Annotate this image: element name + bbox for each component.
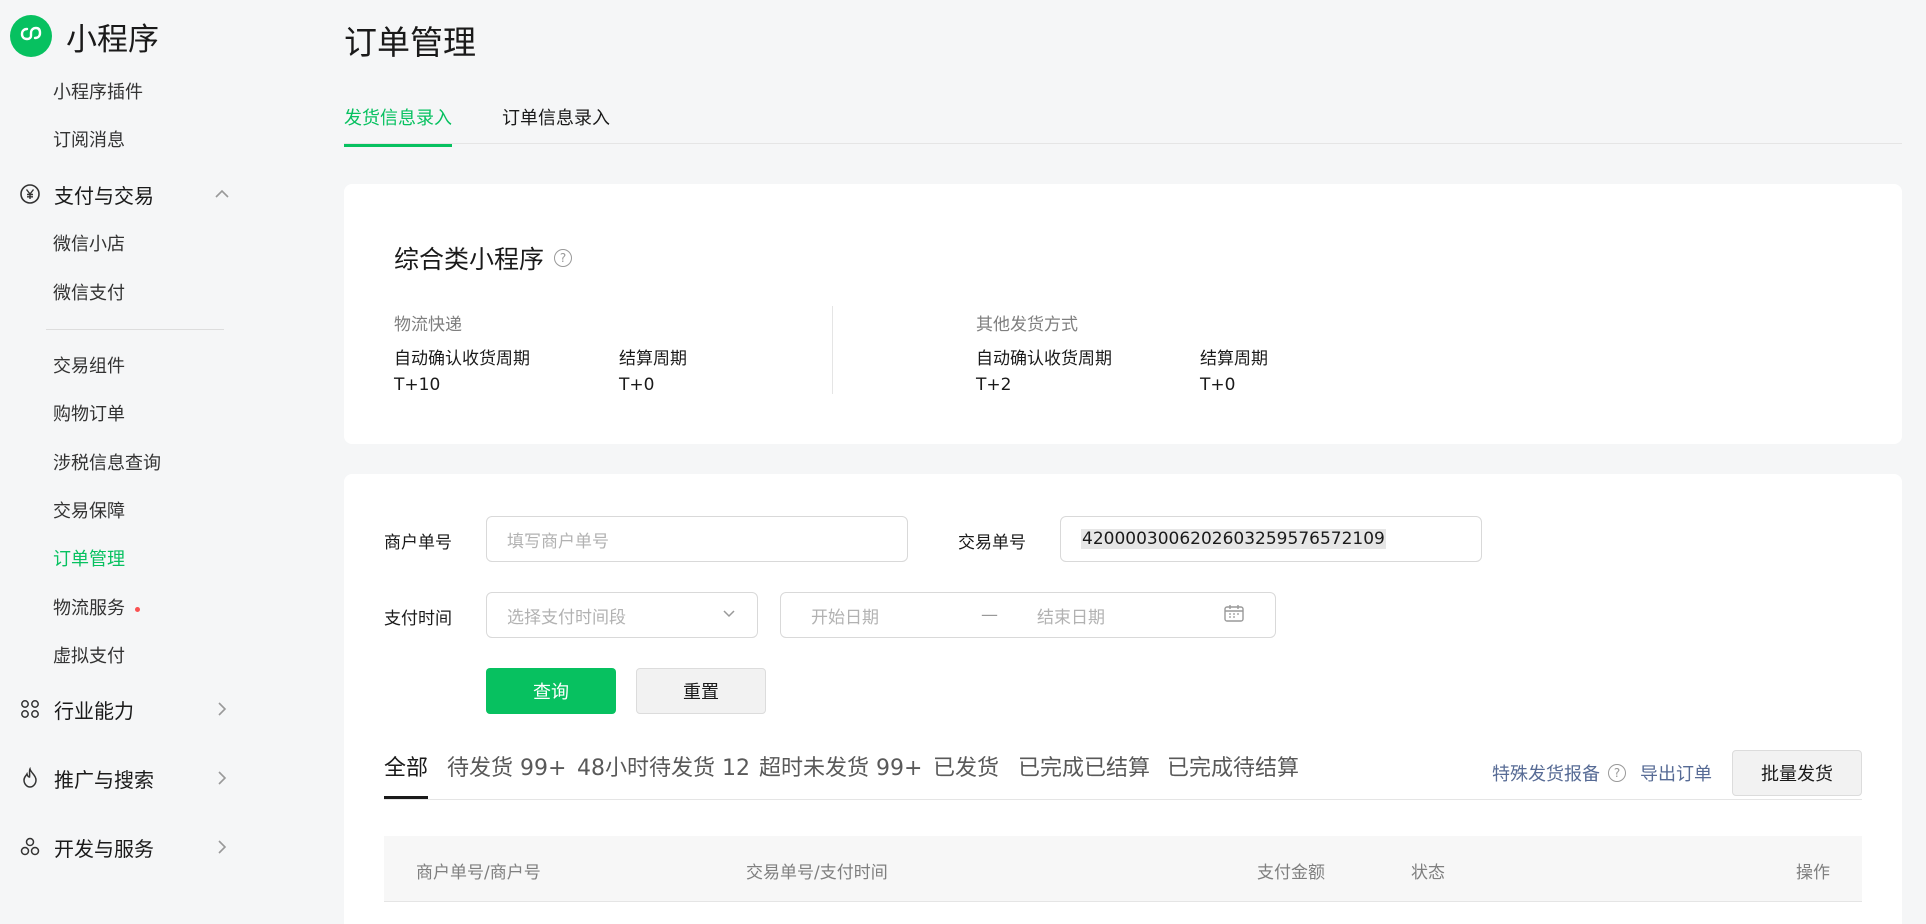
- query-button[interactable]: 查询: [486, 668, 616, 714]
- logistics-category: 物流快递: [394, 315, 462, 335]
- order-table-header: 商户单号/商户号 交易单号/支付时间 支付金额 状态 操作: [384, 836, 1862, 902]
- sidebar-section-label: 行业能力: [54, 698, 134, 723]
- settle-value: T+0: [619, 375, 655, 395]
- status-tab-48h-pending[interactable]: 48小时待发货 12: [577, 750, 750, 796]
- other-column: 其他发货方式: [976, 310, 1078, 335]
- status-tab-all[interactable]: 全部: [384, 750, 429, 799]
- status-tab-pending-settle[interactable]: 已完成待结算: [1167, 750, 1299, 796]
- industry-icon: [18, 697, 42, 721]
- help-icon[interactable]: ?: [1608, 764, 1626, 782]
- date-separator: —: [981, 605, 998, 625]
- sidebar-item-logistics[interactable]: 物流服务: [53, 595, 140, 623]
- order-list-card: 商户单号 填写商户单号 交易单号 42000030062026032595765…: [344, 474, 1902, 924]
- auto-confirm-value: T+2: [976, 375, 1012, 395]
- sidebar-item-label: 物流服务: [53, 598, 125, 619]
- batch-ship-button[interactable]: 批量发货: [1732, 750, 1862, 796]
- sidebar-section-label: 开发与服务: [54, 836, 154, 861]
- status-tab-settled[interactable]: 已完成已结算: [1018, 750, 1150, 796]
- pay-time-select[interactable]: 选择支付时间段: [486, 592, 758, 638]
- date-range-picker[interactable]: 开始日期 — 结束日期: [780, 592, 1276, 638]
- notification-dot: [135, 606, 140, 612]
- sidebar-section-label: 推广与搜索: [54, 767, 154, 792]
- settlement-summary-card: 综合类小程序 ? 物流快递 自动确认收货周期 T+10 结算周期 T+0 其他发…: [344, 184, 1902, 444]
- sidebar-item-trade-component[interactable]: 交易组件: [53, 353, 125, 381]
- chevron-up-icon: [214, 186, 230, 202]
- auto-confirm-value: T+10: [394, 375, 441, 395]
- chevron-right-icon: [214, 701, 230, 717]
- tab-order-info[interactable]: 订单信息录入: [502, 104, 610, 144]
- reset-button[interactable]: 重置: [636, 668, 766, 714]
- column-trade-no: 交易单号/支付时间: [746, 863, 888, 883]
- summary-title-text: 综合类小程序: [394, 245, 545, 274]
- pay-time-placeholder: 选择支付时间段: [507, 607, 626, 628]
- app-name: 小程序: [66, 21, 159, 58]
- merchant-no-label: 商户单号: [384, 533, 452, 553]
- sidebar-item-subscribe-message[interactable]: 订阅消息: [53, 127, 125, 155]
- merchant-no-placeholder: 填写商户单号: [507, 531, 609, 552]
- sidebar-item-wechat-store[interactable]: 微信小店: [53, 231, 125, 259]
- chevron-right-icon: [214, 770, 230, 786]
- sidebar-item-trade-guarantee[interactable]: 交易保障: [53, 498, 125, 526]
- export-orders-link[interactable]: 导出订单: [1640, 760, 1712, 786]
- column-amount: 支付金额: [1257, 863, 1325, 883]
- auto-confirm-label: 自动确认收货周期: [976, 349, 1112, 369]
- column-status: 状态: [1411, 863, 1445, 883]
- sidebar: 小程序 小程序插件 订阅消息 支付与交易 微信小店 微信支付 交易组件 购物订单…: [0, 0, 270, 924]
- summary-title: 综合类小程序 ?: [394, 240, 573, 276]
- column-merchant-no: 商户单号/商户号: [416, 863, 541, 883]
- settle-label: 结算周期: [1200, 349, 1268, 369]
- end-date-placeholder: 结束日期: [1037, 607, 1105, 628]
- tab-shipping-info[interactable]: 发货信息录入: [344, 104, 452, 147]
- sidebar-section-promotion[interactable]: 推广与搜索: [18, 762, 230, 794]
- app-logo[interactable]: 小程序: [10, 14, 159, 58]
- page-tabs: 发货信息录入 订单信息录入: [344, 100, 1902, 147]
- trade-no-label: 交易单号: [958, 533, 1026, 553]
- other-category: 其他发货方式: [976, 315, 1078, 335]
- sidebar-section-industry[interactable]: 行业能力: [18, 693, 230, 725]
- yen-circle-icon: [18, 182, 42, 206]
- chevron-right-icon: [214, 839, 230, 855]
- sidebar-divider: [46, 329, 224, 330]
- dev-service-icon: [18, 835, 42, 859]
- calendar-icon: [1223, 603, 1245, 628]
- special-shipping-report-link[interactable]: 特殊发货报备 ?: [1492, 760, 1626, 786]
- sidebar-item-order-management[interactable]: 订单管理: [53, 546, 125, 574]
- column-actions: 操作: [1796, 863, 1830, 883]
- status-tab-shipped[interactable]: 已发货: [933, 750, 999, 796]
- status-tab-pending-ship[interactable]: 待发货 99+: [447, 750, 566, 796]
- help-icon[interactable]: ?: [554, 249, 573, 267]
- settle-label: 结算周期: [619, 349, 687, 369]
- sidebar-item-tax-info[interactable]: 涉税信息查询: [53, 450, 161, 478]
- merchant-no-input[interactable]: 填写商户单号: [486, 516, 908, 562]
- auto-confirm-label: 自动确认收货周期: [394, 349, 530, 369]
- miniprogram-logo-icon: [10, 15, 52, 57]
- sidebar-item-wechat-pay[interactable]: 微信支付: [53, 280, 125, 308]
- settle-value: T+0: [1200, 375, 1236, 395]
- start-date-placeholder: 开始日期: [811, 607, 879, 628]
- sidebar-section-payment[interactable]: 支付与交易: [18, 178, 230, 210]
- special-shipping-report-label: 特殊发货报备: [1492, 764, 1600, 785]
- page-title: 订单管理: [344, 23, 476, 62]
- trade-no-value: 4200003006202603259576572109: [1081, 529, 1386, 549]
- sidebar-item-plugins[interactable]: 小程序插件: [53, 79, 143, 107]
- pay-time-label: 支付时间: [384, 609, 452, 629]
- logistics-column: 物流快递: [394, 310, 462, 335]
- sidebar-item-shopping-orders[interactable]: 购物订单: [53, 401, 125, 429]
- trade-no-input[interactable]: 4200003006202603259576572109: [1060, 516, 1482, 562]
- column-divider: [832, 306, 833, 394]
- chevron-down-icon: [721, 605, 737, 626]
- flame-icon: [18, 766, 42, 790]
- status-tab-overdue[interactable]: 超时未发货 99+: [759, 750, 922, 796]
- sidebar-section-label: 支付与交易: [54, 183, 154, 208]
- sidebar-section-dev-services[interactable]: 开发与服务: [18, 831, 230, 863]
- sidebar-item-virtual-pay[interactable]: 虚拟支付: [53, 643, 125, 671]
